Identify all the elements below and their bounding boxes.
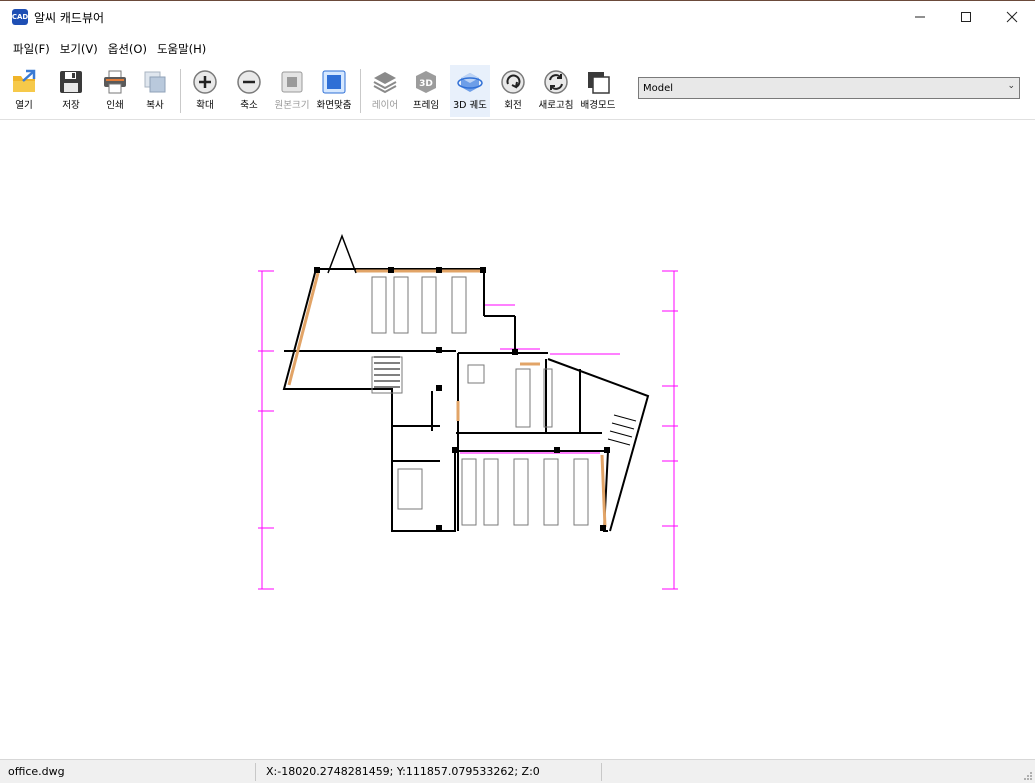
layer-label: 레이어 xyxy=(371,100,399,111)
maximize-icon xyxy=(961,12,971,22)
layout-select-value: Model xyxy=(643,82,674,94)
refresh-label: 새로고침 xyxy=(538,100,574,111)
stairs xyxy=(374,356,637,446)
window-controls xyxy=(897,2,1035,32)
copy-icon xyxy=(144,71,166,93)
save-button[interactable]: 저장 xyxy=(58,65,84,117)
desk-group-upper xyxy=(371,276,589,526)
open-label: 열기 xyxy=(15,100,33,111)
original-size-icon xyxy=(281,71,303,93)
app-window: CAD 알씨 캐드뷰어 파일(F) 보기(V) 옵션(O) 도움말(H) 열기 … xyxy=(0,0,1035,783)
zoom-out-label: 축소 xyxy=(240,100,258,111)
copy-button[interactable]: 복사 xyxy=(140,65,170,117)
printer-icon xyxy=(104,70,126,94)
status-bar: office.dwg X:-18020.2748281459; Y:111857… xyxy=(0,759,1035,783)
original-size-label: 원본크기 xyxy=(274,100,310,111)
fit-screen-icon xyxy=(322,70,346,94)
layout-select[interactable]: Model ⌄ xyxy=(638,77,1020,99)
orbit-3d-label: 3D 궤도 xyxy=(453,100,487,111)
wireframe-button[interactable]: 3D 프레임 xyxy=(410,65,442,117)
copy-label: 복사 xyxy=(146,100,164,111)
minimize-button[interactable] xyxy=(897,2,943,32)
status-coordinates: X:-18020.2748281459; Y:111857.079533262;… xyxy=(262,763,602,781)
layer-button[interactable]: 레이어 xyxy=(370,65,400,117)
toolbar-divider xyxy=(0,119,1035,120)
toolbar-separator xyxy=(360,69,361,113)
rotate-label: 회전 xyxy=(504,100,522,111)
toolbar-separator xyxy=(180,69,181,113)
menu-file[interactable]: 파일(F) xyxy=(8,40,55,58)
menu-view[interactable]: 보기(V) xyxy=(55,40,103,58)
status-empty-pane xyxy=(604,763,1022,781)
open-button[interactable]: 열기 xyxy=(12,65,36,117)
refresh-button[interactable]: 새로고침 xyxy=(536,65,576,117)
print-button[interactable]: 인쇄 xyxy=(100,65,130,117)
close-icon xyxy=(1006,11,1018,23)
orbit-3d-button[interactable]: 3D 궤도 xyxy=(450,65,490,117)
refresh-icon xyxy=(544,70,568,94)
wireframe-label: 프레임 xyxy=(412,100,440,111)
chevron-down-icon: ⌄ xyxy=(1007,81,1015,91)
menu-options[interactable]: 옵션(O) xyxy=(103,40,152,58)
zoom-out-button[interactable]: 축소 xyxy=(236,65,262,117)
maximize-button[interactable] xyxy=(943,2,989,32)
orbit-3d-icon xyxy=(457,73,483,92)
floor-plan-drawing xyxy=(258,233,678,590)
layers-icon xyxy=(373,72,397,94)
fit-screen-button[interactable]: 화면맞춤 xyxy=(315,65,353,117)
app-logo-icon: CAD xyxy=(12,9,28,25)
save-label: 저장 xyxy=(62,100,80,111)
zoom-out-icon xyxy=(237,70,261,94)
zoom-in-icon xyxy=(193,70,217,94)
drawing-canvas[interactable] xyxy=(0,121,1035,757)
rotate-icon xyxy=(501,70,525,94)
floppy-disk-icon xyxy=(60,71,82,93)
cube-3d-icon: 3D xyxy=(416,71,436,93)
fit-screen-label: 화면맞춤 xyxy=(316,100,352,111)
folder-open-icon xyxy=(13,69,36,92)
status-filename: office.dwg xyxy=(4,763,256,781)
zoom-in-label: 확대 xyxy=(196,100,214,111)
roof-peak xyxy=(327,233,357,274)
rotate-button[interactable]: 회전 xyxy=(500,65,526,117)
menu-bar: 파일(F) 보기(V) 옵션(O) 도움말(H) xyxy=(0,39,1035,59)
title-bar: CAD 알씨 캐드뷰어 xyxy=(0,2,1035,32)
window-title: 알씨 캐드뷰어 xyxy=(34,10,105,25)
svg-text:3D: 3D xyxy=(419,79,433,89)
print-label: 인쇄 xyxy=(106,100,124,111)
background-mode-label: 배경모드 xyxy=(580,100,616,111)
background-mode-icon xyxy=(588,72,610,94)
dimension-lines xyxy=(258,270,678,590)
resize-grip-icon[interactable] xyxy=(1023,771,1033,781)
minimize-icon xyxy=(915,16,925,18)
menu-help[interactable]: 도움말(H) xyxy=(152,40,211,58)
background-mode-button[interactable]: 배경모드 xyxy=(578,65,618,117)
original-size-button[interactable]: 원본크기 xyxy=(272,65,312,117)
close-button[interactable] xyxy=(989,2,1035,32)
zoom-in-button[interactable]: 확대 xyxy=(192,65,218,117)
